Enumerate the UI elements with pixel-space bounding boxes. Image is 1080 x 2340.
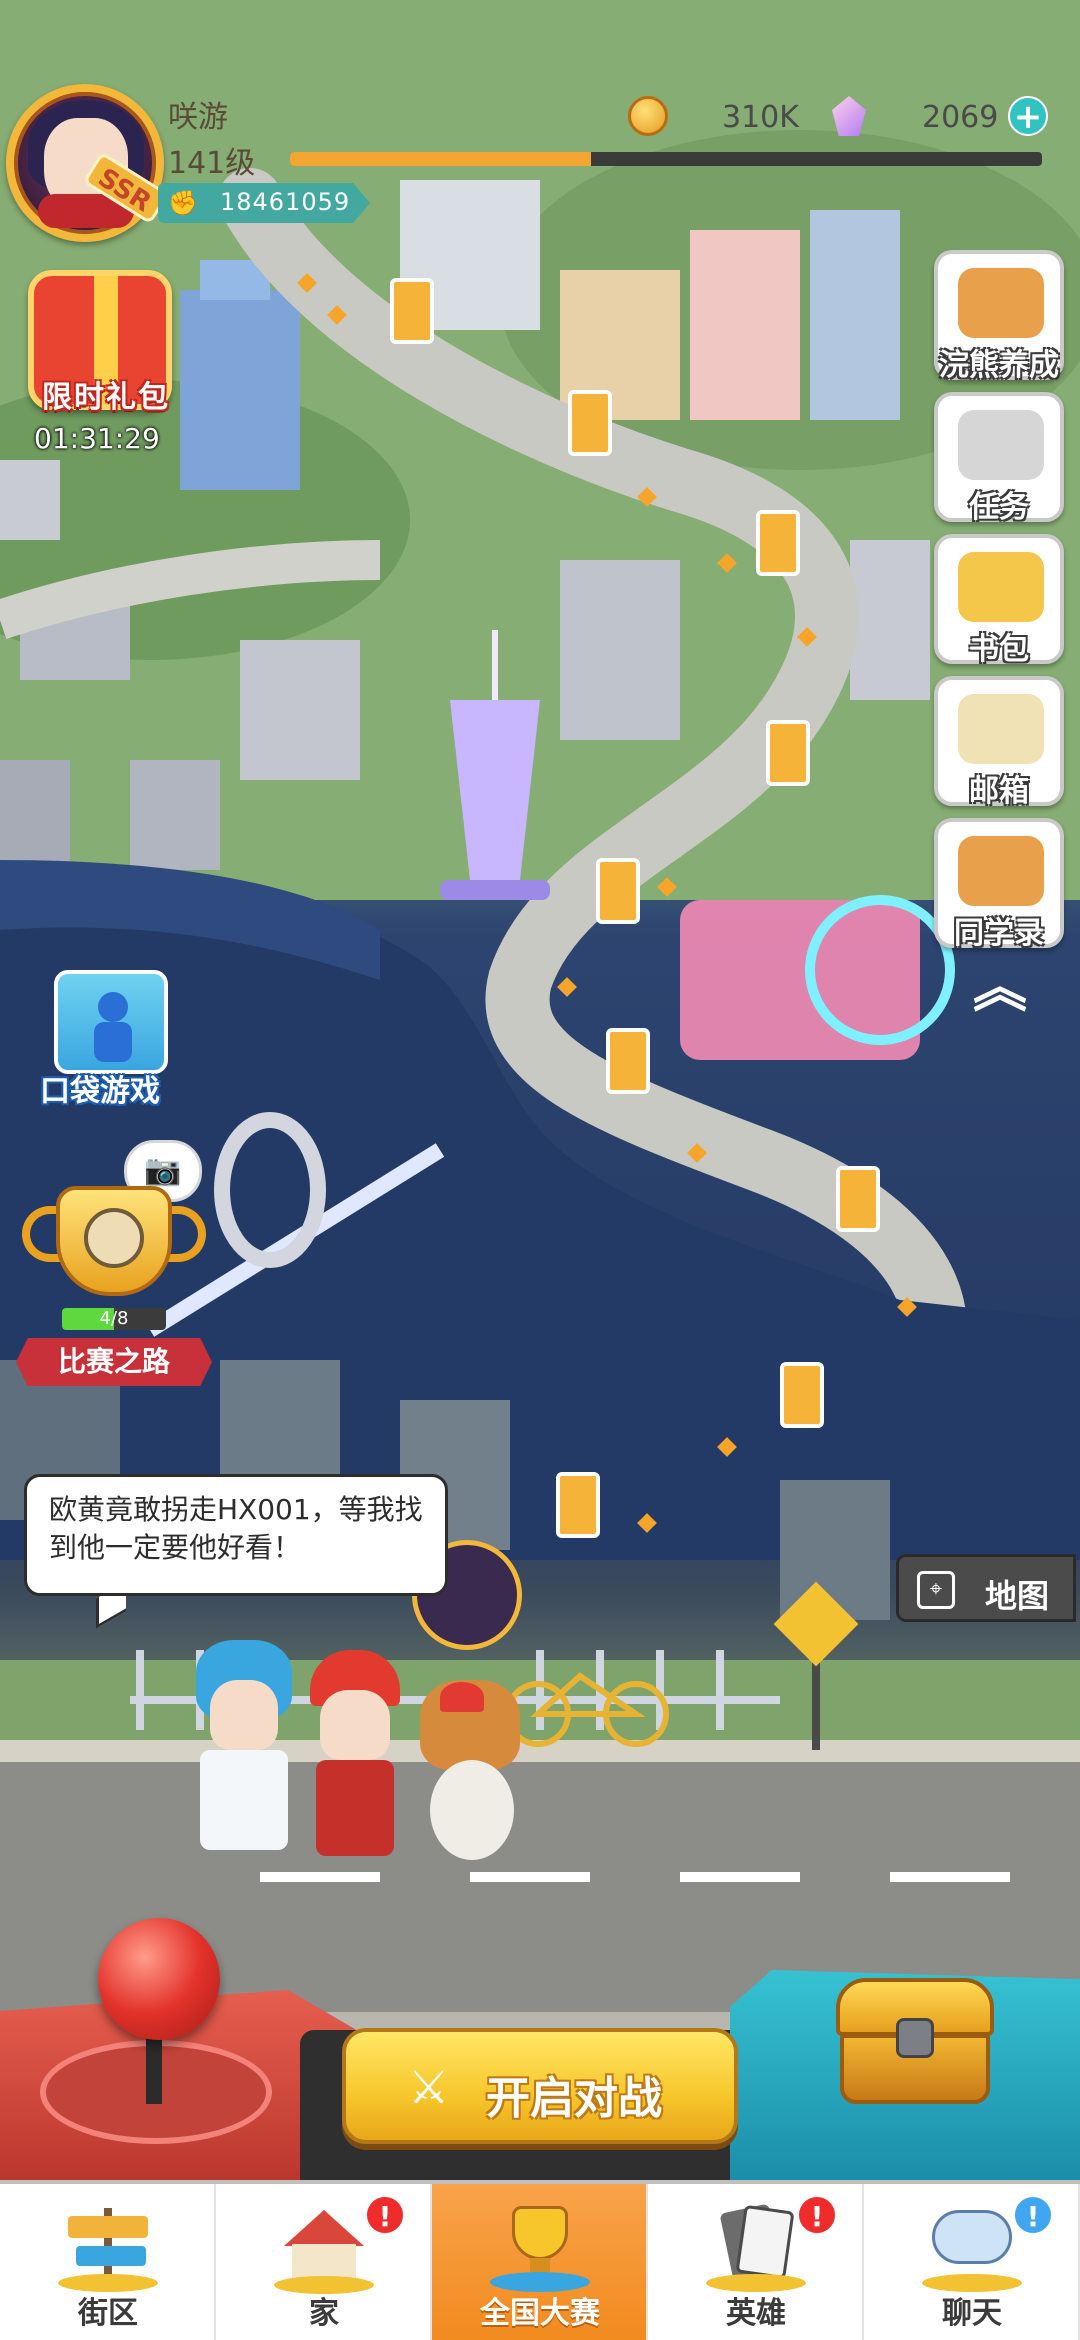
fist-icon: ✊ (168, 189, 198, 217)
player-level: 141级 (168, 146, 256, 181)
envelope-icon (958, 694, 1044, 764)
medal-icon (84, 1208, 144, 1268)
gift-label: 限时礼包 (42, 380, 170, 415)
start-battle-button[interactable]: ⚔ 开启对战 (342, 2028, 738, 2144)
chest-lock-icon (896, 2018, 934, 2058)
nav-item-national-contest[interactable]: 全国大赛 (432, 2184, 648, 2340)
player-avatar[interactable]: SSR (6, 84, 170, 242)
nav-label: 聊天 (942, 2296, 1002, 2331)
coin-icon (628, 96, 668, 136)
house-icon (274, 2202, 374, 2294)
side-item-label: 浣熊养成 (939, 348, 1059, 383)
trophy-icon (490, 2202, 590, 2292)
notification-badge: ! (796, 2194, 838, 2236)
notification-badge: ! (1012, 2194, 1054, 2236)
gem-value: 2069 (922, 100, 999, 135)
side-item-label: 邮箱 (969, 774, 1029, 809)
signpost-icon (58, 2202, 158, 2292)
raccoon-icon (958, 268, 1044, 338)
tasks-button[interactable]: 任务 (934, 392, 1064, 525)
nav-item-chat[interactable]: ! 聊天 (864, 2184, 1080, 2340)
character-scientist[interactable] (190, 1640, 300, 1870)
map-icon: ⌖ (917, 1571, 955, 1609)
gift-timer: 01:31:29 (34, 422, 160, 455)
map-label: 地图 (985, 1577, 1050, 1615)
xp-progress-bar (290, 152, 1042, 166)
treasure-chest-button[interactable] (836, 1978, 994, 2104)
match-road-progress-text: 4/8 (99, 1308, 129, 1329)
xp-progress-fill (290, 152, 591, 166)
bottom-navigation: 街区 ! 家 全国大赛 ! 英雄 ! 聊天 (0, 2180, 1080, 2340)
pocket-game-label: 口袋游戏 (40, 1074, 160, 1109)
dialog-text: 欧黄竟敢拐走HX001，等我找到他一定要他好看！ (49, 1493, 423, 1564)
clipboard-icon (958, 410, 1044, 480)
notification-badge: ! (364, 2194, 406, 2236)
mailbox-button[interactable]: 邮箱 (934, 676, 1064, 809)
nav-label: 全国大赛 (480, 2296, 600, 2331)
side-item-label: 书包 (969, 632, 1029, 667)
nav-label: 街区 (78, 2296, 138, 2331)
nav-label: 英雄 (726, 2296, 786, 2331)
runner-icon (98, 992, 128, 1022)
nav-item-heroes[interactable]: ! 英雄 (648, 2184, 864, 2340)
crossed-swords-icon: ⚔ (408, 2060, 450, 2114)
backpack-icon (958, 552, 1044, 622)
map-button[interactable]: ⌖ 地图 (896, 1554, 1076, 1622)
pocket-game-button[interactable] (54, 970, 168, 1074)
nav-label: 家 (309, 2296, 339, 2331)
character-raccoon[interactable] (410, 1680, 530, 1870)
raccoon-care-button[interactable]: 浣熊养成 (934, 250, 1064, 383)
power-value: 18461059 (220, 188, 351, 216)
side-item-label: 任务 (969, 490, 1029, 525)
cards-icon (706, 2202, 806, 2292)
side-item-label: 同学录 (954, 916, 1044, 951)
runner-body (94, 1022, 132, 1062)
nav-item-street[interactable]: 街区 (0, 2184, 216, 2340)
add-gems-button[interactable]: + (1008, 96, 1048, 136)
joystick-ball-icon[interactable] (98, 1918, 220, 2040)
start-battle-label: 开启对战 (486, 2073, 662, 2124)
match-road-label: 比赛之路 (57, 1345, 170, 1378)
match-road-trophy[interactable] (22, 1186, 206, 1326)
collapse-menu-chevron-icon[interactable]: ︽ (960, 960, 1040, 1016)
player-name: 咲游 (168, 100, 228, 135)
backpack-button[interactable]: 书包 (934, 534, 1064, 667)
character-red-cap-boy[interactable] (300, 1650, 410, 1870)
classmates-button[interactable]: 同学录 (934, 818, 1064, 951)
chat-bubble-icon (922, 2202, 1022, 2292)
coin-value: 310K (722, 100, 799, 135)
story-dialog-bubble[interactable]: 欧黄竟敢拐走HX001，等我找到他一定要他好看！ (24, 1474, 448, 1596)
raccoon-book-icon (958, 836, 1044, 906)
nav-item-home[interactable]: ! 家 (216, 2184, 432, 2340)
